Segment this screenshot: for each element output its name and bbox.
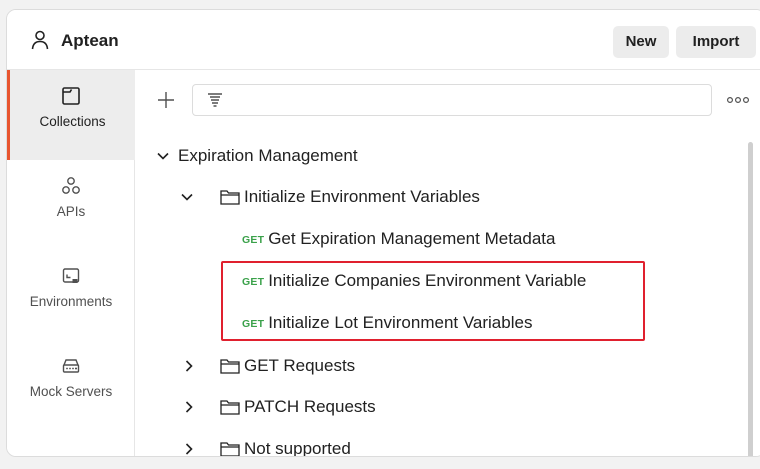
sidebar-item-label: Mock Servers — [29, 384, 113, 399]
collections-panel: Expiration Management Initialize Environ… — [136, 70, 760, 456]
sidebar-item-label: APIs — [56, 204, 86, 219]
chevron-down-icon — [181, 193, 193, 201]
mock-servers-icon — [62, 359, 80, 373]
request-row[interactable]: GET Get Expiration Management Metadata — [242, 222, 555, 256]
environments-icon — [62, 268, 80, 283]
folder-name: Not supported — [244, 439, 351, 457]
folder-icon — [220, 359, 240, 374]
folder-row-initialize-environment-variables[interactable]: Initialize Environment Variables — [180, 180, 480, 214]
chevron-right-icon — [185, 401, 193, 413]
folder-name: GET Requests — [244, 356, 356, 375]
workspace-header: Aptean New Import — [7, 10, 760, 70]
folder-row-get-requests[interactable]: GET Requests — [180, 349, 355, 383]
sidebar-item-label: Environments — [29, 294, 113, 309]
chevron-down-icon — [157, 152, 169, 160]
sidebar-item-mock-servers[interactable]: Mock Servers — [7, 340, 135, 430]
filter-icon — [208, 93, 222, 107]
request-name: Get Expiration Management Metadata — [268, 229, 556, 248]
folder-name: PATCH Requests — [244, 397, 376, 416]
request-name: Initialize Lot Environment Variables — [268, 313, 533, 332]
new-button[interactable]: New — [613, 26, 669, 58]
request-row[interactable]: GET Initialize Lot Environment Variables — [242, 306, 532, 340]
collection-row-expiration-management[interactable]: Expiration Management — [156, 139, 358, 173]
more-options-icon[interactable] — [726, 96, 750, 104]
folder-icon — [220, 190, 240, 205]
folder-row-patch-requests[interactable]: PATCH Requests — [180, 390, 376, 424]
folder-name: Initialize Environment Variables — [244, 187, 480, 206]
request-name: Initialize Companies Environment Variabl… — [268, 271, 587, 290]
get-method-badge: GET — [242, 234, 265, 246]
plus-icon[interactable] — [156, 90, 176, 110]
filter-input[interactable] — [192, 84, 712, 116]
user-icon — [31, 30, 49, 50]
apis-icon — [62, 177, 80, 194]
sidebar-item-apis[interactable]: APIs — [7, 160, 135, 250]
sidebar-item-label: Collections — [39, 114, 106, 129]
folder-row-not-supported[interactable]: Not supported — [180, 432, 351, 457]
collection-name: Expiration Management — [178, 146, 358, 165]
sidebar: Collections APIs Environments Mock Serve… — [7, 70, 135, 456]
workspace-name[interactable]: Aptean — [61, 31, 119, 51]
folder-icon — [220, 400, 240, 415]
get-method-badge: GET — [242, 276, 265, 288]
chevron-right-icon — [185, 443, 193, 455]
sidebar-item-environments[interactable]: Environments — [7, 250, 135, 340]
chevron-right-icon — [185, 360, 193, 372]
folder-icon — [220, 442, 240, 456]
get-method-badge: GET — [242, 318, 265, 330]
collections-icon — [62, 87, 80, 105]
sidebar-item-collections[interactable]: Collections — [7, 70, 135, 160]
request-row[interactable]: GET Initialize Companies Environment Vari… — [242, 264, 586, 298]
postman-window: Aptean New Import Collections APIs Envir… — [6, 9, 760, 457]
vertical-scrollbar[interactable] — [748, 142, 753, 456]
import-button[interactable]: Import — [676, 26, 756, 58]
